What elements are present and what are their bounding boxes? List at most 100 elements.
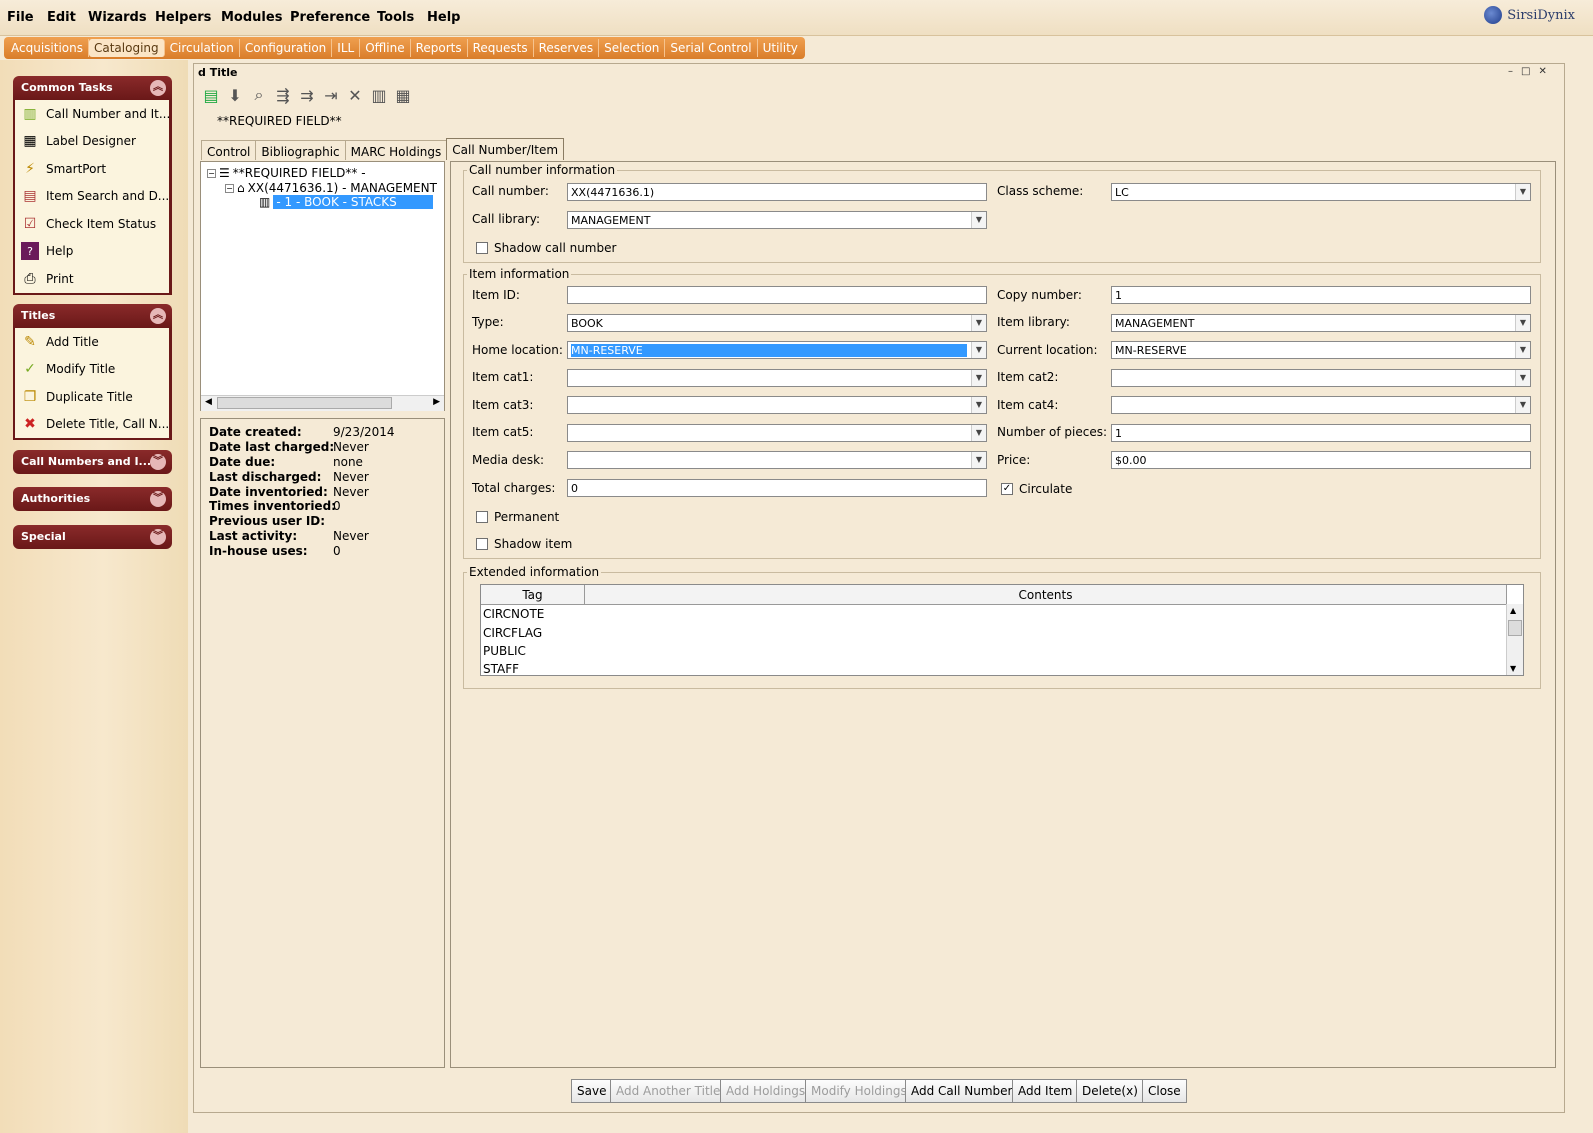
call-numbers-header[interactable]: Call Numbers and I... ︾ bbox=[13, 450, 172, 474]
expand-icon[interactable]: ︾ bbox=[150, 529, 166, 545]
chevron-down-icon[interactable]: ▼ bbox=[971, 342, 986, 358]
checkbox-box[interactable] bbox=[476, 511, 488, 523]
module-circulation[interactable]: Circulation bbox=[165, 39, 240, 57]
task-print[interactable]: ⎙ Print bbox=[15, 265, 169, 293]
modify-holdings-button[interactable]: Modify Holdings bbox=[805, 1079, 913, 1103]
save-button[interactable]: Save bbox=[571, 1079, 613, 1103]
authorities-header[interactable]: Authorities ︾ bbox=[13, 487, 172, 511]
chevron-down-icon[interactable]: ▼ bbox=[971, 452, 986, 468]
chevron-down-icon[interactable]: ▼ bbox=[971, 212, 986, 228]
menu-wizards[interactable]: Wizards bbox=[88, 10, 147, 25]
column-header-tag[interactable]: Tag bbox=[481, 585, 585, 605]
table-vertical-scrollbar[interactable]: ▲ ▼ bbox=[1506, 604, 1523, 675]
number-of-pieces-input[interactable]: 1 bbox=[1111, 424, 1531, 442]
table-row[interactable]: CIRCNOTE bbox=[483, 607, 544, 621]
item-library-select[interactable]: MANAGEMENT ▼ bbox=[1111, 314, 1531, 332]
task-modify-title[interactable]: ✓ Modify Title bbox=[15, 356, 169, 384]
collapse-icon[interactable]: ︽ bbox=[150, 308, 166, 324]
tab-marc-holdings[interactable]: MARC Holdings bbox=[344, 140, 448, 160]
module-reserves[interactable]: Reserves bbox=[534, 39, 600, 57]
module-offline[interactable]: Offline bbox=[360, 39, 411, 57]
scroll-thumb[interactable] bbox=[1508, 620, 1522, 636]
tree-expand-icon[interactable]: ⇶ bbox=[272, 84, 294, 106]
menu-help[interactable]: Help bbox=[427, 10, 460, 25]
checkbox-box[interactable] bbox=[476, 242, 488, 254]
item-cat5-select[interactable]: ▼ bbox=[567, 424, 987, 442]
module-utility[interactable]: Utility bbox=[758, 39, 803, 57]
menu-modules[interactable]: Modules bbox=[221, 10, 282, 25]
search-binoculars-icon[interactable]: ⌕ bbox=[248, 84, 270, 106]
chevron-down-icon[interactable]: ▼ bbox=[971, 315, 986, 331]
add-call-number-button[interactable]: Add Call Number bbox=[905, 1079, 1019, 1103]
total-charges-input[interactable]: 0 bbox=[567, 479, 987, 497]
collapse-icon[interactable]: ︽ bbox=[150, 80, 166, 96]
chevron-down-icon[interactable]: ▼ bbox=[971, 370, 986, 386]
menu-tools[interactable]: Tools bbox=[377, 10, 414, 25]
expand-icon[interactable]: ︾ bbox=[150, 454, 166, 470]
titles-header[interactable]: Titles ︽ bbox=[13, 304, 172, 328]
current-location-select[interactable]: MN-RESERVE ▼ bbox=[1111, 341, 1531, 359]
chevron-down-icon[interactable]: ▼ bbox=[1515, 370, 1530, 386]
permanent-checkbox[interactable]: Permanent bbox=[476, 510, 559, 524]
add-another-title-button[interactable]: Add Another Title bbox=[610, 1079, 727, 1103]
scroll-thumb[interactable] bbox=[217, 397, 392, 409]
chevron-down-icon[interactable]: ▼ bbox=[971, 425, 986, 441]
table-row[interactable]: PUBLIC bbox=[483, 644, 526, 658]
maximize-icon[interactable]: □ bbox=[1521, 66, 1538, 77]
task-duplicate-title[interactable]: ❐ Duplicate Title bbox=[15, 383, 169, 411]
item-cat2-select[interactable]: ▼ bbox=[1111, 369, 1531, 387]
table-row[interactable]: STAFF bbox=[483, 662, 519, 676]
menu-preference[interactable]: Preference bbox=[290, 10, 370, 25]
chevron-down-icon[interactable]: ▼ bbox=[1515, 342, 1530, 358]
module-selection[interactable]: Selection bbox=[599, 39, 666, 57]
bookmark-icon[interactable]: ⬇ bbox=[224, 84, 246, 106]
close-button[interactable]: Close bbox=[1142, 1079, 1187, 1103]
column-header-contents[interactable]: Contents bbox=[585, 585, 1507, 605]
media-desk-select[interactable]: ▼ bbox=[567, 451, 987, 469]
scroll-down-icon[interactable]: ▼ bbox=[1510, 664, 1516, 673]
tree-move-icon[interactable]: ⇉ bbox=[296, 84, 318, 106]
checkbox-box-checked[interactable]: ✓ bbox=[1001, 483, 1013, 495]
checkbox-box[interactable] bbox=[476, 538, 488, 550]
tab-bibliographic[interactable]: Bibliographic bbox=[255, 140, 346, 160]
copy-number-input[interactable]: 1 bbox=[1111, 286, 1531, 304]
scroll-up-icon[interactable]: ▲ bbox=[1510, 606, 1516, 615]
module-serial-control[interactable]: Serial Control bbox=[665, 39, 758, 57]
menu-edit[interactable]: Edit bbox=[47, 10, 76, 25]
delete-button[interactable]: Delete(x) bbox=[1076, 1079, 1144, 1103]
tab-control[interactable]: Control bbox=[201, 140, 257, 160]
chevron-down-icon[interactable]: ▼ bbox=[1515, 315, 1530, 331]
delete-node-icon[interactable]: ✕ bbox=[344, 84, 366, 106]
task-delete-title[interactable]: ✖ Delete Title, Call N... bbox=[15, 411, 169, 439]
tree-node-callnumber[interactable]: − ⌂ XX(4471636.1) - MANAGEMENT bbox=[225, 181, 437, 195]
task-call-number-item[interactable]: ▥ Call Number and It... bbox=[15, 100, 169, 128]
barcode-icon[interactable]: ▥ bbox=[368, 84, 390, 106]
table-row[interactable]: CIRCFLAG bbox=[483, 626, 542, 640]
item-cat1-select[interactable]: ▼ bbox=[567, 369, 987, 387]
type-select[interactable]: BOOK ▼ bbox=[567, 314, 987, 332]
module-configuration[interactable]: Configuration bbox=[240, 39, 333, 57]
home-location-select[interactable]: MN-RESERVE ▼ bbox=[567, 341, 987, 359]
item-id-input[interactable] bbox=[567, 286, 987, 304]
special-header[interactable]: Special ︾ bbox=[13, 525, 172, 549]
expand-icon[interactable]: ︾ bbox=[150, 491, 166, 507]
add-holdings-button[interactable]: Add Holdings bbox=[720, 1079, 812, 1103]
item-cat3-select[interactable]: ▼ bbox=[567, 396, 987, 414]
menu-file[interactable]: File bbox=[7, 10, 34, 25]
task-label-designer[interactable]: ▦ Label Designer bbox=[15, 128, 169, 156]
module-reports[interactable]: Reports bbox=[411, 39, 468, 57]
tree-collapse-box-icon[interactable]: − bbox=[207, 168, 216, 178]
chevron-down-icon[interactable]: ▼ bbox=[1515, 184, 1530, 200]
task-help[interactable]: ? Help bbox=[15, 238, 169, 266]
tree-collapse-box-icon[interactable]: − bbox=[225, 183, 234, 193]
item-cat4-select[interactable]: ▼ bbox=[1111, 396, 1531, 414]
chevron-down-icon[interactable]: ▼ bbox=[1515, 397, 1530, 413]
task-add-title[interactable]: ✎ Add Title bbox=[15, 328, 169, 356]
module-acquisitions[interactable]: Acquisitions bbox=[6, 39, 89, 57]
scroll-left-icon[interactable]: ◀ bbox=[205, 397, 212, 407]
scroll-right-icon[interactable]: ▶ bbox=[433, 397, 440, 407]
task-smartport[interactable]: ⚡ SmartPort bbox=[15, 155, 169, 183]
tab-call-number-item[interactable]: Call Number/Item bbox=[446, 138, 565, 160]
minimize-icon[interactable]: – bbox=[1508, 66, 1521, 77]
chevron-down-icon[interactable]: ▼ bbox=[971, 397, 986, 413]
